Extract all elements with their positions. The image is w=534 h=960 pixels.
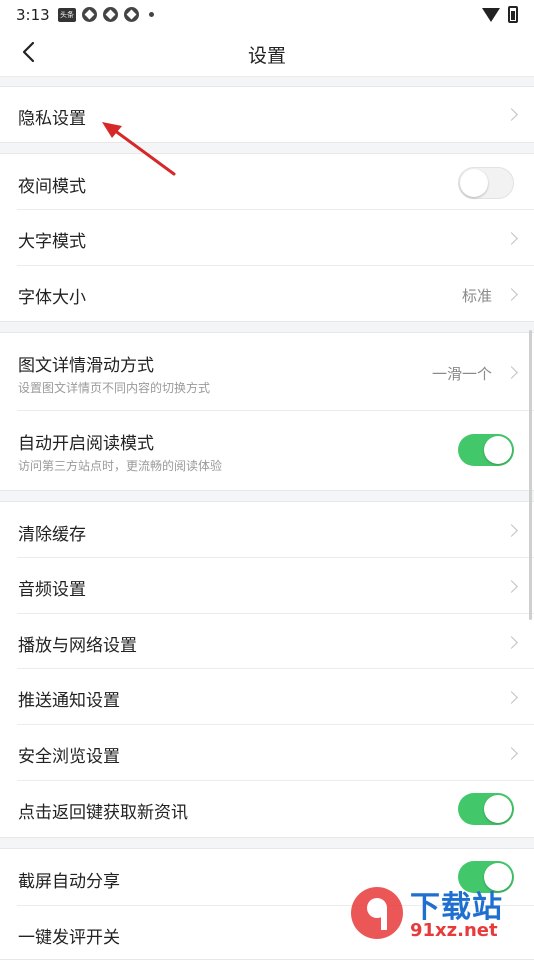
chevron-right-icon: [505, 108, 518, 121]
settings-group-display: 夜间模式 大字模式 字体大小 标准: [0, 153, 534, 322]
chevron-right-icon: [505, 288, 518, 301]
back-refresh-toggle[interactable]: [458, 793, 514, 825]
news-app-icon: 头条: [58, 7, 76, 22]
setting-row-clear-cache[interactable]: 清除缓存: [0, 502, 534, 558]
toggle-knob: [484, 436, 512, 464]
watermark-logo-icon: [351, 887, 403, 939]
setting-row-playback-network[interactable]: 播放与网络设置: [0, 614, 534, 669]
setting-value: 一滑一个: [431, 365, 492, 383]
status-system-icons: [482, 6, 518, 23]
reading-mode-toggle[interactable]: [458, 434, 514, 466]
settings-group-general: 清除缓存 音频设置 播放与网络设置 推送通知设置 安全浏览设置 点击返回键获取新…: [0, 501, 534, 838]
setting-label: 安全浏览设置: [18, 747, 120, 767]
setting-description: 设置图文详情页不同内容的切换方式: [18, 381, 211, 395]
chevron-right-icon: [505, 366, 518, 379]
battery-icon: [508, 6, 518, 23]
setting-label: 隐私设置: [18, 109, 86, 129]
status-bar: 3:13 头条: [0, 0, 534, 30]
setting-label: 清除缓存: [18, 525, 86, 545]
setting-row-swipe-mode[interactable]: 图文详情滑动方式 设置图文详情页不同内容的切换方式 一滑一个: [0, 333, 534, 411]
setting-row-large-font[interactable]: 大字模式: [0, 210, 534, 266]
setting-label: 音频设置: [18, 580, 86, 600]
chevron-right-icon: [505, 636, 518, 649]
setting-label: 图文详情滑动方式: [18, 356, 154, 376]
setting-label: 播放与网络设置: [18, 636, 137, 656]
setting-row-privacy[interactable]: 隐私设置: [0, 87, 534, 142]
setting-row-audio[interactable]: 音频设置: [0, 558, 534, 614]
nav-bar: 设置: [0, 30, 534, 77]
app-notification-icon: [82, 7, 97, 22]
setting-row-push-notifications[interactable]: 推送通知设置: [0, 669, 534, 725]
setting-value: 标准: [461, 287, 492, 305]
status-time: 3:13: [16, 6, 50, 24]
annotation-arrow-icon: [102, 122, 176, 176]
settings-group-reading: 图文详情滑动方式 设置图文详情页不同内容的切换方式 一滑一个 自动开启阅读模式 …: [0, 332, 534, 491]
toggle-knob: [484, 795, 512, 823]
setting-label: 截屏自动分享: [18, 872, 120, 892]
setting-label: 夜间模式: [18, 177, 86, 197]
app-notification-icon: [124, 7, 139, 22]
setting-row-night-mode[interactable]: 夜间模式: [0, 154, 534, 210]
chevron-right-icon: [505, 232, 518, 245]
chevron-right-icon: [505, 524, 518, 537]
setting-label: 字体大小: [18, 288, 86, 308]
setting-label: 自动开启阅读模式: [18, 434, 154, 454]
setting-row-safe-browsing[interactable]: 安全浏览设置: [0, 725, 534, 781]
night-mode-toggle[interactable]: [458, 167, 514, 199]
setting-label: 大字模式: [18, 232, 86, 252]
status-notification-icons: 头条: [58, 7, 154, 22]
more-notifications-icon: [149, 12, 154, 17]
setting-label: 点击返回键获取新资讯: [18, 803, 188, 823]
page-title: 设置: [247, 45, 286, 67]
setting-row-font-size[interactable]: 字体大小 标准: [0, 266, 534, 321]
chevron-right-icon: [505, 691, 518, 704]
watermark: 下载站 91xz.net: [348, 882, 528, 946]
settings-group-privacy: 隐私设置: [0, 86, 534, 143]
setting-description: 访问第三方站点时，更流畅的阅读体验: [18, 459, 223, 473]
toggle-knob: [460, 169, 488, 197]
chevron-right-icon: [505, 580, 518, 593]
scrollbar[interactable]: [529, 330, 532, 620]
watermark-url: 91xz.net: [410, 920, 498, 941]
app-notification-icon: [103, 7, 118, 22]
setting-label: 推送通知设置: [18, 691, 120, 711]
setting-label: 一键发评开关: [18, 928, 120, 948]
setting-row-back-refresh[interactable]: 点击返回键获取新资讯: [0, 781, 534, 837]
chevron-right-icon: [505, 747, 518, 760]
wifi-icon: [482, 7, 500, 22]
setting-row-reading-mode[interactable]: 自动开启阅读模式 访问第三方站点时，更流畅的阅读体验: [0, 411, 534, 490]
